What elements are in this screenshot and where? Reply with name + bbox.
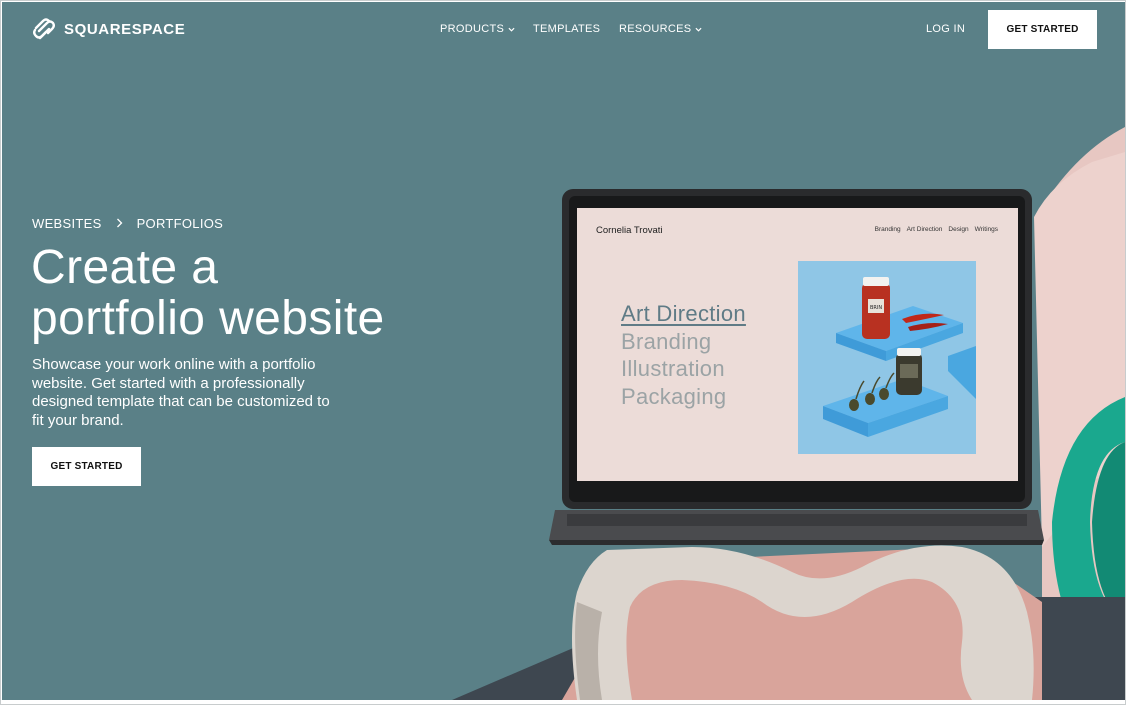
jar-label: BRIN <box>870 305 882 311</box>
chevron-down-icon <box>695 27 702 32</box>
preview-category-list: Art Direction Branding Illustration Pack… <box>621 300 746 410</box>
headline-line-1: Create a <box>31 241 219 294</box>
sculpture-shadow <box>575 602 602 700</box>
hero-description: Showcase your work online with a portfol… <box>32 356 330 429</box>
bottom-strip <box>2 700 1125 704</box>
preview-category-illustration[interactable]: Illustration <box>621 355 746 383</box>
squarespace-logo[interactable]: SQUARESPACE <box>32 18 185 40</box>
hero-section: Cornelia Trovati Branding Art Direction … <box>2 2 1125 700</box>
page-title: Create a portfolio website <box>31 242 491 344</box>
chevron-down-icon <box>508 27 515 32</box>
nav-templates-label: TEMPLATES <box>533 23 601 35</box>
breadcrumb-portfolios[interactable]: PORTFOLIOS <box>137 216 224 231</box>
nav-products-label: PRODUCTS <box>440 23 505 35</box>
breadcrumb-websites[interactable]: WEBSITES <box>32 216 102 231</box>
page-frame: Cornelia Trovati Branding Art Direction … <box>0 0 1126 705</box>
preview-site-nav: Branding Art Direction Design Writings <box>875 226 998 233</box>
breadcrumb: WEBSITES PORTFOLIOS <box>32 216 223 231</box>
laptop-keyboard-area <box>567 514 1027 526</box>
laptop-screen: Cornelia Trovati Branding Art Direction … <box>577 208 1018 481</box>
nav-resources[interactable]: RESOURCES <box>619 23 702 35</box>
nav-products[interactable]: PRODUCTS <box>440 23 515 35</box>
get-started-button-nav[interactable]: GET STARTED <box>988 10 1097 49</box>
product-photo-illustration: BRIN <box>823 277 976 437</box>
preview-nav-art-direction[interactable]: Art Direction <box>907 226 943 233</box>
login-link[interactable]: LOG IN <box>926 23 965 35</box>
preview-category-packaging[interactable]: Packaging <box>621 383 746 411</box>
preview-nav-writings[interactable]: Writings <box>975 226 998 233</box>
preview-site-name: Cornelia Trovati <box>596 225 663 236</box>
squarespace-logo-icon <box>33 18 55 40</box>
preview-nav-design[interactable]: Design <box>948 226 968 233</box>
preview-category-art-direction[interactable]: Art Direction <box>621 300 746 328</box>
preview-nav-branding[interactable]: Branding <box>875 226 901 233</box>
headline-line-2: portfolio website <box>31 292 385 345</box>
nav-resources-label: RESOURCES <box>619 23 692 35</box>
preview-category-branding[interactable]: Branding <box>621 328 746 356</box>
chevron-right-icon <box>116 216 123 231</box>
nav-templates[interactable]: TEMPLATES <box>533 23 600 35</box>
get-started-button-hero[interactable]: GET STARTED <box>32 447 141 486</box>
logo-text: SQUARESPACE <box>64 20 186 38</box>
laptop-front-edge <box>549 540 1044 545</box>
preview-product-photo: BRIN <box>798 261 976 454</box>
